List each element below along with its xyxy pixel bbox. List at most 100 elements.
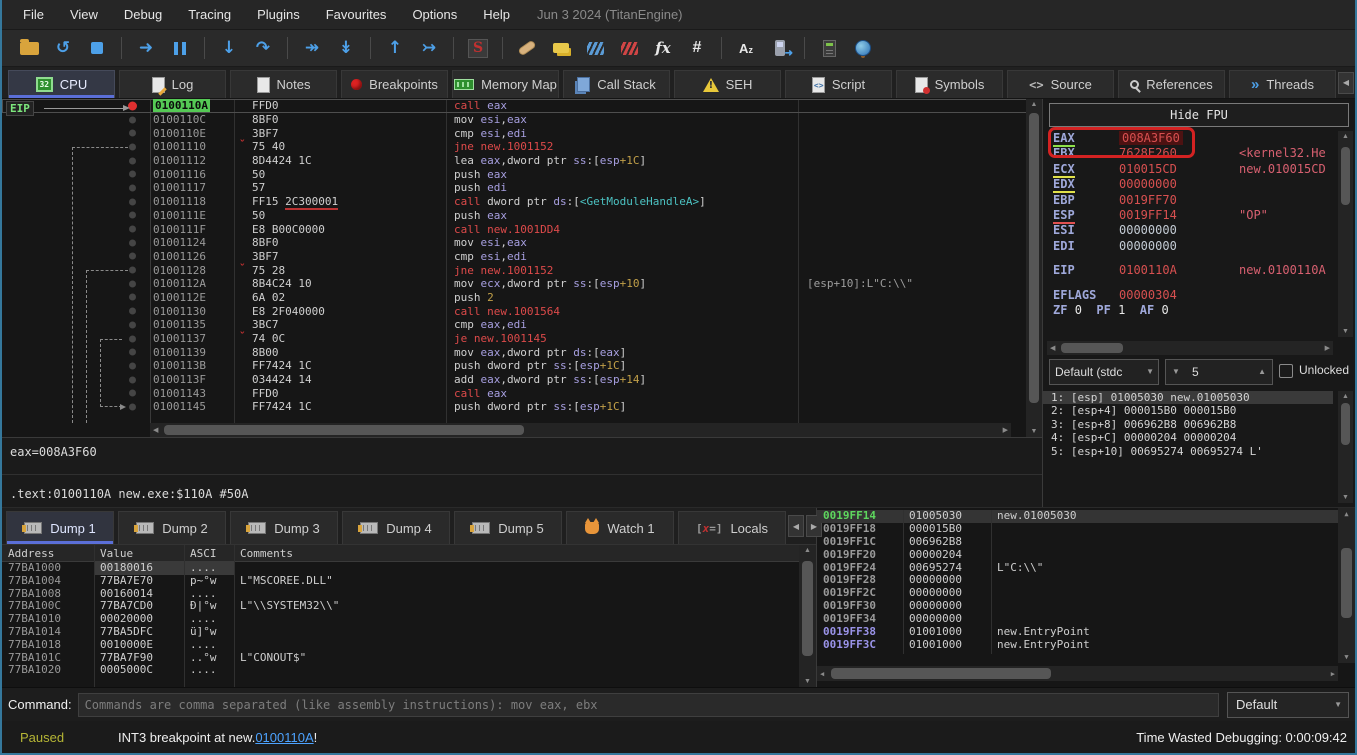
- row-dot[interactable]: [129, 335, 136, 342]
- row-dot[interactable]: [129, 130, 136, 137]
- breakpoint-gutter[interactable]: [2, 400, 150, 414]
- stack-row[interactable]: 0019FF1C006962B8: [817, 536, 1338, 549]
- disasm-row[interactable]: 010011353BC7cmp eax,edi: [2, 318, 1027, 332]
- row-dot[interactable]: [129, 376, 136, 383]
- scroll-down-arrow[interactable]: ▼: [1338, 494, 1353, 501]
- register-row[interactable]: ZF 0 PF 1 AF 0: [1043, 303, 1337, 318]
- command-input[interactable]: [78, 693, 1219, 717]
- scroll-thumb[interactable]: [1341, 147, 1350, 205]
- disasm-row[interactable]: 01001137ˇ74 0Cje new.1001145: [2, 332, 1027, 346]
- scroll-thumb[interactable]: [1341, 403, 1350, 445]
- menu-help[interactable]: Help: [470, 0, 523, 30]
- register-row[interactable]: EDX00000000: [1043, 177, 1337, 192]
- breakpoint-gutter[interactable]: [2, 140, 150, 154]
- tab-symbols[interactable]: Symbols: [896, 70, 1003, 98]
- az-button[interactable]: Az: [731, 34, 761, 62]
- hash-button[interactable]: #: [682, 34, 712, 62]
- tab-threads[interactable]: »Threads: [1229, 70, 1336, 98]
- breakpoint-address-link[interactable]: 0100110A: [255, 730, 313, 745]
- row-dot[interactable]: [129, 212, 136, 219]
- row-dot[interactable]: [129, 294, 136, 301]
- breakpoint-gutter[interactable]: [2, 263, 150, 277]
- run-to-user-button[interactable]: ↣: [414, 34, 444, 62]
- tab-scroll-left[interactable]: ◀: [1338, 72, 1354, 94]
- registers-hscrollbar[interactable]: ◀ ▶: [1047, 341, 1333, 355]
- breakpoint-gutter[interactable]: [2, 373, 150, 387]
- step-into-button[interactable]: ↓: [214, 34, 244, 62]
- patch-button[interactable]: [512, 34, 542, 62]
- register-row[interactable]: EFLAGS00000304: [1043, 288, 1337, 303]
- breakpoint-gutter[interactable]: [2, 291, 150, 305]
- run-button[interactable]: ➜: [131, 34, 161, 62]
- row-dot[interactable]: [129, 267, 136, 274]
- source-s-button[interactable]: S: [463, 34, 493, 62]
- breakpoint-gutter[interactable]: [2, 359, 150, 373]
- argument-row[interactable]: 5: [esp+10] 00695274 00695274 L': [1043, 445, 1333, 458]
- stack-row[interactable]: 0019FF2800000000: [817, 574, 1338, 587]
- stack-row[interactable]: 0019FF3000000000: [817, 600, 1338, 613]
- stack-row[interactable]: 0019FF2000000204: [817, 549, 1338, 562]
- row-dot[interactable]: [129, 198, 136, 205]
- scroll-right-arrow[interactable]: ▶: [1003, 426, 1008, 434]
- sweep-blue-button[interactable]: [580, 34, 610, 62]
- scroll-right-arrow[interactable]: ▶: [1325, 344, 1330, 352]
- unlocked-checkbox[interactable]: [1279, 364, 1293, 378]
- disasm-hscrollbar[interactable]: ◀ ▶: [150, 423, 1011, 437]
- disasm-row[interactable]: 010011248BF0mov esi,eax: [2, 236, 1027, 250]
- breakpoint-gutter[interactable]: [2, 304, 150, 318]
- registers-vscrollbar[interactable]: ▲ ▼: [1338, 131, 1353, 337]
- disasm-row[interactable]: 0100111757push edi: [2, 181, 1027, 195]
- dump-row[interactable]: 77BA10180010000E....: [2, 639, 799, 652]
- breakpoint-gutter[interactable]: [2, 167, 150, 181]
- scroll-right-arrow[interactable]: ▶: [1331, 670, 1335, 678]
- disasm-row[interactable]: 0100112A8B4C24 10mov ecx,dword ptr ss:[e…: [2, 277, 1027, 291]
- stack-vscrollbar[interactable]: ▲ ▼: [1338, 508, 1355, 663]
- disasm-row[interactable]: 0100113BFF7424 1Cpush dword ptr ss:[esp+…: [2, 359, 1027, 373]
- dump-vscrollbar[interactable]: ▲ ▼: [799, 545, 816, 687]
- row-dot[interactable]: [129, 157, 136, 164]
- argument-count-spinner[interactable]: ▼ 5 ▲: [1165, 359, 1273, 385]
- disasm-row[interactable]: 01001130E8 2F040000call new.1001564: [2, 304, 1027, 318]
- disasm-row[interactable]: 010011128D4424 1Clea eax,dword ptr ss:[e…: [2, 154, 1027, 168]
- restart-button[interactable]: ↺: [48, 34, 78, 62]
- dump-header-asci[interactable]: ASCI: [184, 545, 234, 561]
- hide-fpu-button[interactable]: Hide FPU: [1049, 103, 1349, 127]
- breakpoint-gutter[interactable]: [2, 332, 150, 346]
- register-row[interactable]: EBP0019FF70: [1043, 193, 1337, 208]
- tab-breakpoints[interactable]: Breakpoints: [341, 70, 448, 98]
- register-row[interactable]: EBX7628E260<kernel32.He: [1043, 146, 1337, 161]
- tab-script[interactable]: Script: [785, 70, 892, 98]
- disasm-row[interactable]: 01001128ˇ75 28jne new.1001152: [2, 263, 1027, 277]
- scroll-down-arrow[interactable]: ▼: [1338, 653, 1355, 661]
- scroll-up-arrow[interactable]: ▲: [1338, 133, 1353, 140]
- scroll-up-arrow[interactable]: ▲: [1338, 393, 1353, 400]
- tab-notes[interactable]: Notes: [230, 70, 337, 98]
- step-down-button[interactable]: ↡: [331, 34, 361, 62]
- row-dot[interactable]: [129, 239, 136, 246]
- open-button[interactable]: [14, 34, 44, 62]
- spinner-down-icon[interactable]: ▼: [1172, 360, 1180, 384]
- breakpoint-gutter[interactable]: [2, 181, 150, 195]
- phone-button[interactable]: [765, 34, 795, 62]
- menu-view[interactable]: View: [57, 0, 111, 30]
- menu-options[interactable]: Options: [399, 0, 470, 30]
- step-over-button[interactable]: ↷: [248, 34, 278, 62]
- scroll-thumb[interactable]: [1029, 113, 1039, 403]
- command-profile-dropdown[interactable]: Default▼: [1227, 692, 1349, 718]
- disasm-row[interactable]: 0100110AFFD0call eax: [2, 99, 1027, 113]
- row-dot[interactable]: [129, 143, 136, 150]
- dump-tab-locals[interactable]: [x=]Locals: [678, 511, 786, 544]
- register-row[interactable]: EDI00000000: [1043, 239, 1337, 254]
- scroll-down-arrow[interactable]: ▼: [799, 678, 816, 685]
- stack-hscrollbar[interactable]: ◀ ▶: [817, 666, 1338, 681]
- tab-cpu[interactable]: 32CPU: [8, 70, 115, 98]
- argument-row[interactable]: 4: [esp+C] 00000204 00000204: [1043, 431, 1333, 444]
- breakpoint-gutter[interactable]: [2, 209, 150, 223]
- scroll-thumb[interactable]: [831, 668, 1051, 679]
- dump-tab-dump-3[interactable]: Dump 3: [230, 511, 338, 544]
- tab-memory-map[interactable]: Memory Map: [452, 70, 559, 98]
- scroll-up-arrow[interactable]: ▲: [1026, 101, 1042, 108]
- tab-references[interactable]: References: [1118, 70, 1225, 98]
- menu-plugins[interactable]: Plugins: [244, 0, 313, 30]
- row-dot[interactable]: [129, 253, 136, 260]
